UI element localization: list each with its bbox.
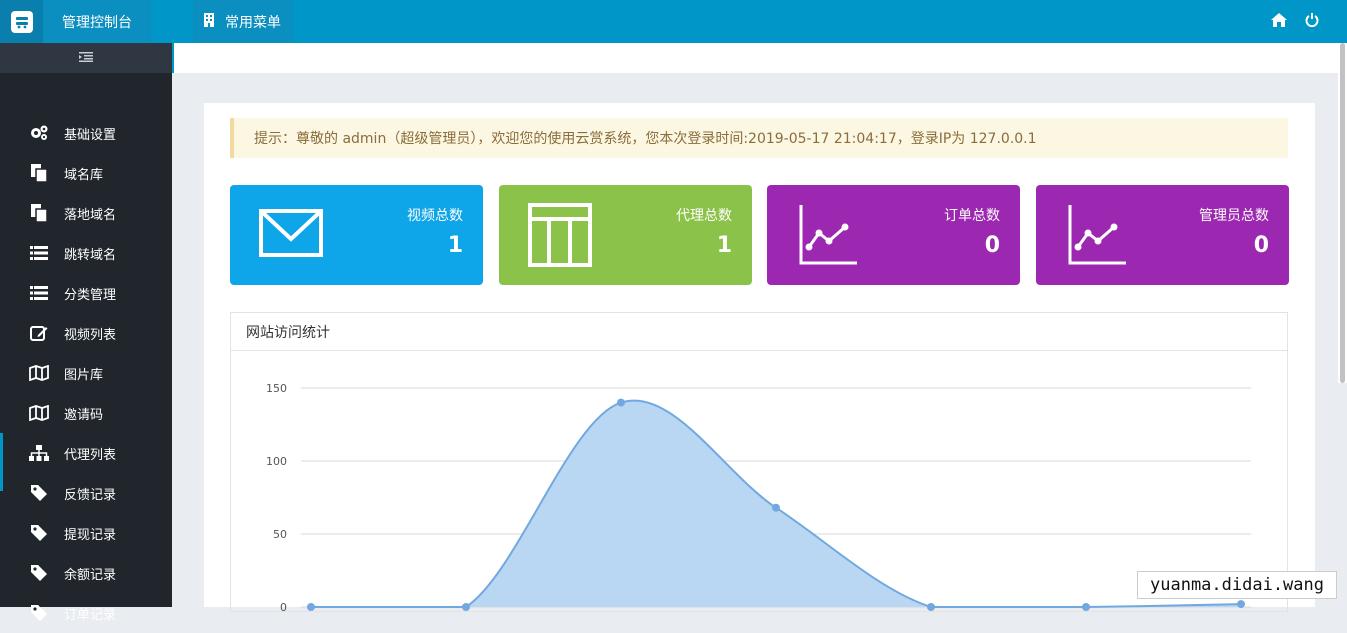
stat-card-label: 视频总数 (407, 208, 463, 224)
common-menu-button[interactable]: 常用菜单 (193, 0, 293, 43)
stat-card-value: 1 (447, 233, 463, 258)
sidebar-item[interactable]: 余额记录 (0, 553, 172, 593)
line-chart-icon (795, 203, 861, 267)
sidebar-item[interactable]: 反馈记录 (0, 473, 172, 513)
stat-card-admins[interactable]: 管理员总数 0 (1036, 185, 1289, 285)
stat-card-videos[interactable]: 视频总数 1 (230, 185, 483, 285)
sidebar-item-label: 提现记录 (64, 527, 117, 543)
line-chart-icon (1064, 203, 1130, 267)
stat-card-value: 0 (984, 233, 1000, 258)
tag-icon (29, 563, 49, 583)
sidebar-item-label: 图片库 (64, 367, 104, 383)
stat-card-orders[interactable]: 订单总数 0 (767, 185, 1020, 285)
app-title[interactable]: 管理控制台 (43, 0, 151, 43)
sidebar-item-label: 订单记录 (64, 607, 117, 623)
envelope-icon (258, 203, 324, 267)
visit-chart-svg: 050100150 (266, 382, 1251, 614)
common-menu-label: 常用菜单 (225, 14, 281, 31)
stat-card-agents[interactable]: 代理总数 1 (499, 185, 752, 285)
sidebar-item-label: 余额记录 (64, 567, 117, 583)
visit-stats-panel: 网站访问统计 0 50 100 150 (230, 312, 1288, 614)
power-icon[interactable] (1305, 12, 1319, 31)
sidebar-item[interactable]: 落地域名 (0, 193, 172, 233)
sitemap-icon (29, 443, 49, 463)
sidebar-item-label: 代理列表 (64, 447, 117, 463)
logo-icon (10, 10, 33, 33)
stat-card-value: 0 (1253, 233, 1269, 258)
chart-point (307, 603, 315, 611)
sidebar-item[interactable]: 代理列表 (0, 433, 172, 491)
sidebar-item-label: 域名库 (64, 167, 104, 183)
tag-icon (29, 523, 49, 543)
edit-icon (29, 323, 49, 343)
chart-point (617, 398, 625, 407)
map-icon (29, 403, 49, 423)
stat-card-value: 1 (716, 233, 732, 258)
y-tick-label: 100 (266, 455, 287, 468)
sidebar-item[interactable]: 视频列表 (0, 313, 172, 353)
sidebar-item-label: 基础设置 (64, 127, 117, 143)
content-header (172, 43, 1347, 73)
sidebar-item[interactable]: 分类管理 (0, 273, 172, 313)
sidebar-item-label: 分类管理 (64, 287, 117, 303)
logo[interactable] (0, 0, 43, 43)
tag-icon (29, 483, 49, 503)
sidebar-item-label: 落地域名 (64, 207, 117, 223)
scrollbar-thumb[interactable] (1340, 43, 1345, 383)
y-tick-label: 150 (266, 382, 287, 395)
home-icon[interactable] (1271, 12, 1287, 31)
scrollbar[interactable] (1338, 43, 1347, 383)
sidebar-item-label: 跳转域名 (64, 247, 117, 263)
list-icon (29, 283, 49, 303)
copy-icon (29, 163, 49, 183)
stat-card-label: 代理总数 (676, 208, 732, 224)
chart-point (772, 503, 780, 512)
tag-icon (29, 603, 49, 623)
building-icon (203, 12, 215, 31)
main-content: 提示：尊敬的 admin（超级管理员），欢迎您的使用云赏系统，您本次登录时间:2… (204, 103, 1315, 614)
sidebar-item[interactable]: 订单记录 (0, 593, 172, 633)
stat-card-label: 订单总数 (944, 208, 1000, 224)
sidebar-item[interactable]: 域名库 (0, 153, 172, 193)
top-navbar: 管理控制台 常用菜单 (0, 0, 1347, 43)
sidebar: 基础设置域名库落地域名跳转域名分类管理视频列表图片库邀请码代理列表反馈记录提现记… (0, 43, 172, 623)
list-icon (29, 243, 49, 263)
gears-icon (29, 123, 49, 143)
sidebar-item[interactable]: 跳转域名 (0, 233, 172, 273)
sidebar-item-label: 邀请码 (64, 407, 104, 423)
sidebar-item[interactable]: 邀请码 (0, 393, 172, 433)
map-icon (29, 363, 49, 383)
sidebar-item[interactable]: 基础设置 (0, 113, 172, 153)
table-icon (527, 203, 593, 267)
indent-icon (79, 51, 93, 66)
y-tick-label: 50 (273, 528, 287, 541)
visit-chart: 0 50 100 150 (231, 352, 1287, 614)
sidebar-item[interactable]: 提现记录 (0, 513, 172, 553)
sidebar-item[interactable]: 图片库 (0, 353, 172, 393)
chart-point (1082, 603, 1090, 611)
sidebar-item-label: 视频列表 (64, 327, 117, 343)
panel-title: 网站访问统计 (231, 313, 1287, 351)
sidebar-toggle[interactable] (0, 43, 172, 73)
chart-point (927, 603, 935, 611)
copy-icon (29, 203, 49, 223)
stat-card-label: 管理员总数 (1199, 208, 1269, 224)
chart-point (462, 603, 470, 611)
sidebar-item-label: 反馈记录 (64, 487, 117, 503)
welcome-notice: 提示：尊敬的 admin（超级管理员），欢迎您的使用云赏系统，您本次登录时间:2… (230, 118, 1288, 158)
watermark: yuanma.didai.wang (1137, 571, 1337, 599)
